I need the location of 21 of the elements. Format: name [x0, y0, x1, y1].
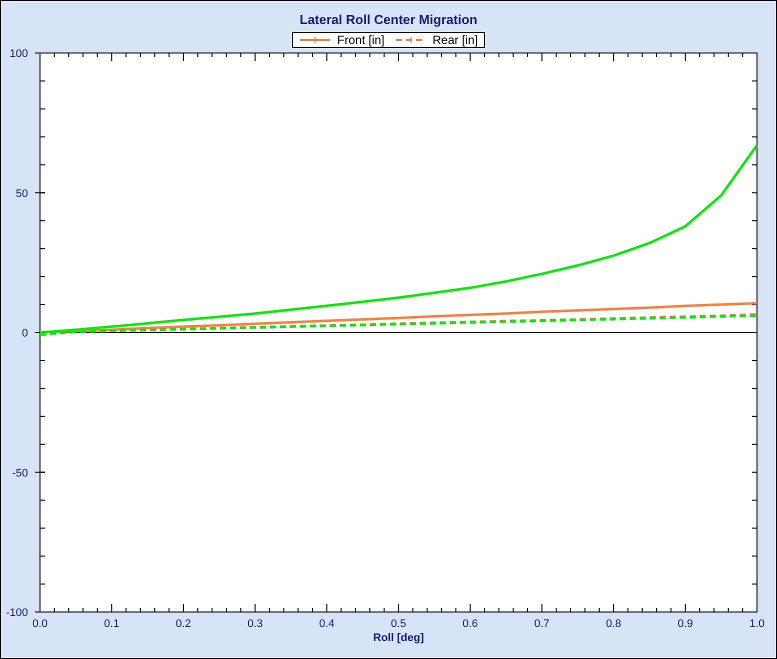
y-tick-label: -50 — [12, 467, 28, 480]
y-tick-label: 0 — [22, 328, 28, 340]
x-tick-label: 0.6 — [462, 618, 478, 630]
x-tick-label: 0.7 — [534, 618, 550, 630]
y-tick-label: -100 — [6, 607, 28, 619]
x-tick-label: 0.1 — [104, 618, 120, 630]
legend-label: Rear [in] — [432, 33, 478, 47]
x-tick-label: 0.8 — [606, 618, 622, 630]
chart-title: Lateral Roll Center Migration — [300, 11, 478, 29]
legend-label: Front [in] — [337, 33, 384, 47]
x-tick-label: 0.3 — [247, 618, 263, 630]
x-tick-label: 0.5 — [390, 618, 406, 630]
x-tick-label: 0.9 — [678, 618, 693, 630]
x-axis-title: Roll [deg] — [373, 632, 424, 644]
x-tick-label: 0.4 — [319, 618, 334, 630]
x-tick-label: 1.0 — [749, 618, 765, 630]
x-tick-label: 0.0 — [32, 618, 48, 630]
y-tick-label: 50 — [16, 188, 28, 200]
y-tick-label: 100 — [10, 48, 28, 60]
x-tick-label: 0.2 — [176, 618, 192, 630]
legend-line-icon — [299, 37, 332, 43]
